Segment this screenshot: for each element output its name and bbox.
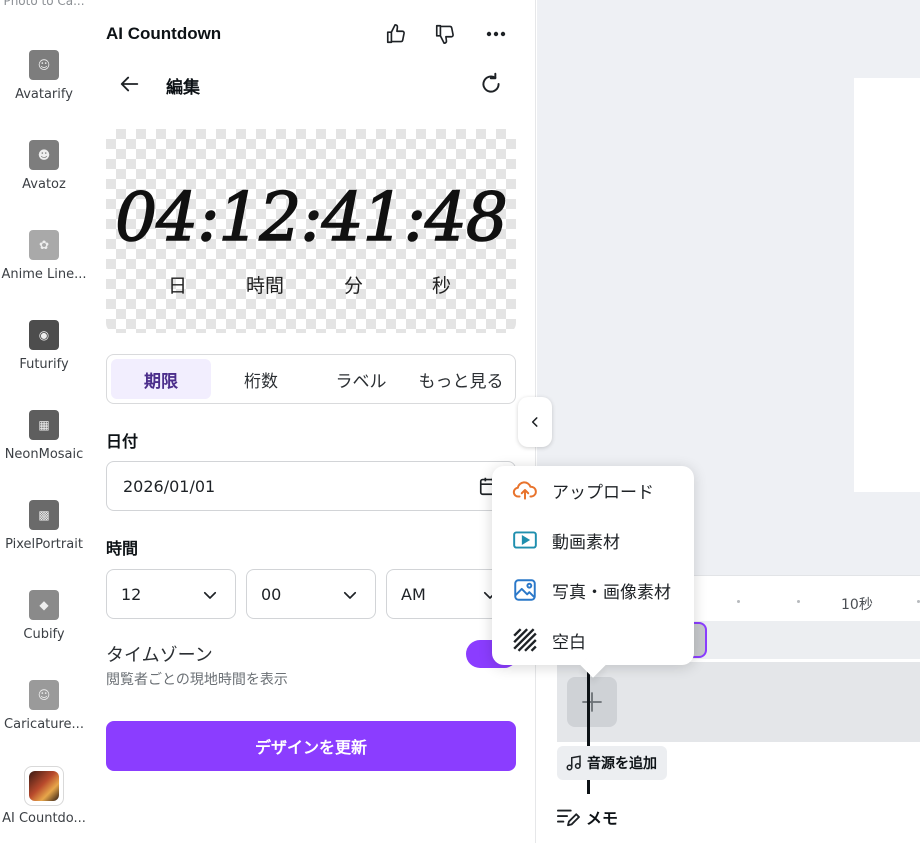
- rail-item-label: PixelPortrait: [5, 537, 83, 552]
- unit-hours-label: 時間: [246, 275, 285, 297]
- neonmosaic-thumbnail: ▦: [29, 410, 59, 440]
- unit-days-label: 日: [168, 275, 188, 297]
- rail-item-avatoz[interactable]: ☻ Avatoz: [0, 140, 88, 192]
- rail-item-caricature[interactable]: ☺ Caricature...: [0, 680, 88, 732]
- app-title: AI Countdown: [106, 24, 222, 43]
- hour-select[interactable]: 12: [106, 569, 236, 619]
- pixelportrait-thumbnail: ▩: [29, 500, 59, 530]
- add-audio-label: 音源を追加: [587, 756, 657, 772]
- rail-item-label: Avatoz: [22, 177, 66, 192]
- memo-button[interactable]: メモ: [556, 805, 618, 829]
- countdown-preview: 04:12:41:48 日 時間 分 秒: [106, 129, 516, 333]
- image-icon: [514, 579, 536, 601]
- rail-item-label: AI Countdo...: [2, 811, 86, 826]
- ampm-value: AM: [401, 584, 426, 604]
- tab-deadline[interactable]: 期限: [111, 359, 211, 399]
- countdown-value: 04:12:41:48: [114, 178, 508, 257]
- rail-item-anime-line[interactable]: ✿ Anime Line...: [0, 230, 88, 282]
- collapse-panel-button[interactable]: [518, 397, 552, 447]
- avatoz-thumbnail: ☻: [29, 140, 59, 170]
- cubify-thumbnail: ◆: [29, 590, 59, 620]
- thumbs-down-icon[interactable]: [431, 20, 459, 48]
- tab-more[interactable]: もっと見る: [411, 359, 511, 399]
- futurify-thumbnail: ◉: [29, 320, 59, 350]
- tab-label[interactable]: ラベル: [311, 359, 411, 399]
- cloud-upload-icon: [512, 481, 537, 500]
- plus-icon: [582, 692, 602, 712]
- caricature-thumbnail: ☺: [29, 680, 59, 710]
- timezone-description: 閲覧者ごとの現地時間を表示: [106, 672, 288, 688]
- rail-item-label: NeonMosaic: [4, 447, 84, 462]
- date-label: 日付: [106, 432, 139, 451]
- unit-minutes-label: 分: [344, 275, 364, 297]
- chevron-left-icon: [531, 417, 538, 427]
- music-note-icon: [566, 755, 581, 771]
- rail-item-futurify[interactable]: ◉ Futurify: [0, 320, 88, 372]
- more-options-icon[interactable]: [482, 20, 510, 48]
- settings-tabs: 期限 桁数 ラベル もっと見る: [106, 354, 516, 404]
- avatarify-thumbnail: ☺: [29, 50, 59, 80]
- rail-item-label: Anime Line...: [1, 267, 87, 282]
- menu-item-label: 空白: [552, 632, 586, 653]
- menu-item-label: アップロード: [552, 482, 654, 503]
- rail-item-photo-to-cartoon-label[interactable]: Photo to Ca...: [0, 0, 88, 8]
- unit-seconds-label: 秒: [432, 275, 452, 297]
- design-page[interactable]: [854, 78, 920, 492]
- menu-item-photo[interactable]: 写真・画像素材: [492, 566, 694, 614]
- rail-item-avatarify[interactable]: ☺ Avatarify: [0, 50, 88, 102]
- rail-item-label: Caricature...: [4, 717, 84, 732]
- back-arrow-icon[interactable]: [116, 70, 144, 98]
- anime-line-thumbnail: ✿: [29, 230, 59, 260]
- edit-heading: 編集: [166, 78, 200, 98]
- add-media-popup: アップロード 動画素材 写真・画像素材 空白: [492, 466, 694, 665]
- memo-label: メモ: [586, 809, 619, 828]
- update-design-button[interactable]: デザインを更新: [106, 721, 516, 771]
- menu-item-blank[interactable]: 空白: [492, 616, 694, 664]
- rail-item-neonmosaic[interactable]: ▦ NeonMosaic: [0, 410, 88, 462]
- rail-item-cubify[interactable]: ◆ Cubify: [0, 590, 88, 642]
- timezone-label: タイムゾーン: [106, 645, 213, 666]
- chevron-down-icon: [341, 586, 359, 608]
- rail-item-ai-countdown[interactable]: AI Countdo...: [0, 766, 88, 826]
- video-play-icon: [513, 531, 537, 549]
- menu-item-label: 動画素材: [552, 532, 620, 553]
- menu-item-label: 写真・画像素材: [552, 582, 671, 603]
- ruler-label-10s: 10秒: [841, 597, 873, 613]
- blank-stripes-icon: [513, 628, 537, 652]
- minute-select[interactable]: 00: [246, 569, 376, 619]
- hour-value: 12: [121, 584, 142, 604]
- tab-digits[interactable]: 桁数: [211, 359, 311, 399]
- app-rail: Photo to Ca... ☺ Avatarify ☻ Avatoz ✿ An…: [0, 0, 88, 843]
- rail-item-pixelportrait[interactable]: ▩ PixelPortrait: [0, 500, 88, 552]
- rail-item-label: Cubify: [23, 627, 65, 642]
- ruler-tick: [737, 600, 740, 603]
- reset-icon[interactable]: [476, 69, 506, 99]
- menu-item-video[interactable]: 動画素材: [492, 516, 694, 564]
- minute-value: 00: [261, 584, 282, 604]
- menu-item-upload[interactable]: アップロード: [492, 466, 694, 514]
- chevron-down-icon: [201, 586, 219, 608]
- thumbs-up-icon[interactable]: [382, 20, 410, 48]
- rail-item-label: Futurify: [19, 357, 69, 372]
- add-audio-button[interactable]: 音源を追加: [557, 746, 667, 780]
- rail-item-label: Avatarify: [15, 87, 73, 102]
- date-input[interactable]: 2026/01/01: [106, 461, 516, 511]
- notes-pen-icon: [557, 809, 580, 827]
- time-label: 時間: [106, 539, 139, 558]
- app-panel: AI Countdown 編集 04:12:41:48 日 時間 分 秒 期限 …: [88, 0, 536, 843]
- ruler-tick: [797, 600, 800, 603]
- ai-countdown-thumbnail: [24, 766, 64, 806]
- add-clip-button[interactable]: [567, 677, 617, 727]
